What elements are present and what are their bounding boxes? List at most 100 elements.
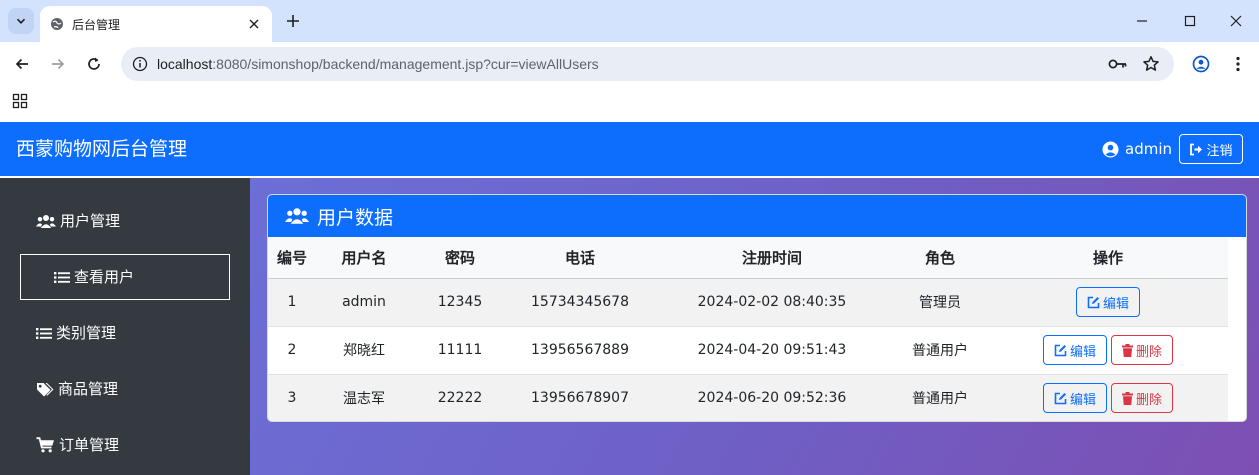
globe-icon [51, 18, 63, 30]
trash-icon [1121, 343, 1133, 357]
user-data-card: 用户数据 编号 用户名 密码 电话 注册时间 角色 操作 1 admin 123… [267, 194, 1247, 422]
sign-out-icon [1190, 143, 1203, 155]
maximize-icon [1184, 15, 1196, 27]
column-header-id: 编号 [268, 237, 316, 279]
edit-label: 编辑 [1069, 344, 1096, 360]
delete-label: 删除 [1135, 344, 1162, 360]
edit-button[interactable]: 编辑 [1043, 335, 1107, 365]
current-user: admin [1102, 139, 1172, 159]
cart-icon [36, 437, 54, 453]
plus-icon [287, 15, 299, 27]
cell-role: 普通用户 [892, 326, 988, 375]
profile-icon [1192, 55, 1210, 73]
cell-id: 1 [268, 278, 316, 327]
column-header-role: 角色 [892, 237, 988, 279]
new-tab-button[interactable] [282, 10, 304, 32]
edit-button[interactable]: 编辑 [1043, 383, 1107, 413]
arrow-left-icon [15, 58, 28, 70]
sidebar-item-view-users[interactable]: 查看用户 [20, 254, 230, 300]
cell-id: 2 [268, 326, 316, 375]
sidebar-item-product-management[interactable]: 商品管理 [36, 379, 118, 399]
tab-search-button[interactable] [8, 8, 34, 34]
users-icon [36, 214, 56, 228]
delete-label: 删除 [1135, 392, 1162, 408]
more-vertical-icon [1236, 56, 1240, 72]
card-title: 用户数据 [317, 206, 394, 229]
list-icon [36, 327, 52, 339]
cell-role: 管理员 [892, 278, 988, 327]
minimize-button[interactable] [1130, 10, 1154, 32]
delete-button[interactable]: 删除 [1111, 335, 1173, 365]
logout-button[interactable]: 注销 [1179, 134, 1243, 164]
browser-tab-strip: 后台管理 [0, 0, 1259, 42]
reload-icon [88, 57, 100, 70]
forward-button[interactable] [46, 52, 70, 76]
edit-icon [1087, 296, 1100, 308]
sidebar-item-label: 查看用户 [74, 268, 135, 286]
sidebar-item-label: 订单管理 [59, 436, 120, 454]
brand-title: 西蒙购物网后台管理 [16, 138, 188, 160]
back-button[interactable] [10, 52, 34, 76]
key-icon [1108, 59, 1127, 69]
cell-phone: 15734345678 [508, 278, 652, 327]
window-close-button[interactable] [1224, 10, 1248, 32]
url-text: localhost:8080/simonshop/backend/managem… [157, 55, 599, 73]
minimize-icon [1137, 20, 1147, 22]
site-info-button[interactable] [131, 55, 149, 73]
browser-tab[interactable]: 后台管理 [40, 6, 272, 42]
tags-icon [37, 382, 54, 396]
edit-button[interactable]: 编辑 [1076, 287, 1140, 317]
close-icon [1230, 15, 1242, 27]
delete-button[interactable]: 删除 [1111, 383, 1173, 413]
list-icon [54, 271, 70, 283]
url-host: localhost [157, 56, 213, 72]
cell-actions: 编辑 删除 [988, 374, 1228, 421]
table-row: 1 admin 12345 15734345678 2024-02-02 08:… [268, 278, 1228, 327]
users-table: 编号 用户名 密码 电话 注册时间 角色 操作 1 admin 12345 15… [268, 237, 1228, 421]
table-row: 3 温志军 22222 13956678907 2024-06-20 09:52… [268, 374, 1228, 421]
column-header-username: 用户名 [316, 237, 412, 279]
edit-icon [1054, 392, 1067, 404]
password-key-button[interactable] [1108, 54, 1128, 74]
tab-close-button[interactable] [246, 16, 262, 32]
sidebar-item-label: 类别管理 [56, 324, 117, 342]
profile-button[interactable] [1189, 52, 1213, 76]
sidebar-item-user-management[interactable]: 用户管理 [36, 211, 120, 231]
maximize-button[interactable] [1178, 10, 1202, 32]
address-bar[interactable]: localhost:8080/simonshop/backend/managem… [121, 47, 1174, 81]
cell-phone: 13956567889 [508, 326, 652, 375]
close-icon [249, 19, 259, 29]
star-icon [1143, 56, 1159, 71]
user-name: admin [1125, 140, 1172, 158]
table-row: 2 郑晓红 11111 13956567889 2024-04-20 09:51… [268, 326, 1228, 375]
sidebar-item-category-management[interactable]: 类别管理 [36, 323, 116, 343]
cell-registered: 2024-04-20 09:51:43 [652, 326, 892, 375]
tab-title: 后台管理 [72, 17, 121, 32]
app-header: 西蒙购物网后台管理 admin 注销 [0, 122, 1259, 176]
apps-grid-icon[interactable] [12, 93, 28, 109]
trash-icon [1121, 391, 1133, 405]
user-circle-icon [1102, 141, 1119, 157]
url-path: :8080/simonshop/backend/management.jsp?c… [212, 56, 599, 72]
sidebar-item-label: 商品管理 [58, 380, 119, 398]
column-header-registered: 注册时间 [652, 237, 892, 279]
cell-registered: 2024-02-02 08:40:35 [652, 278, 892, 327]
cell-password: 22222 [412, 374, 508, 421]
cell-password: 11111 [412, 326, 508, 375]
sidebar-item-order-management[interactable]: 订单管理 [36, 435, 119, 455]
reload-button[interactable] [82, 52, 106, 76]
column-header-actions: 操作 [988, 237, 1228, 279]
edit-icon [1054, 344, 1067, 356]
cell-username: admin [316, 278, 412, 327]
column-header-phone: 电话 [508, 237, 652, 279]
bookmark-star-button[interactable] [1141, 54, 1161, 74]
cell-phone: 13956678907 [508, 374, 652, 421]
cell-username: 温志军 [316, 374, 412, 421]
chevron-down-icon [16, 18, 26, 24]
card-header: 用户数据 [268, 195, 1246, 237]
logout-label: 注销 [1206, 143, 1233, 159]
cell-actions: 编辑 [988, 278, 1228, 327]
cell-username: 郑晓红 [316, 326, 412, 375]
arrow-right-icon [52, 58, 65, 70]
browser-menu-button[interactable] [1226, 52, 1250, 76]
